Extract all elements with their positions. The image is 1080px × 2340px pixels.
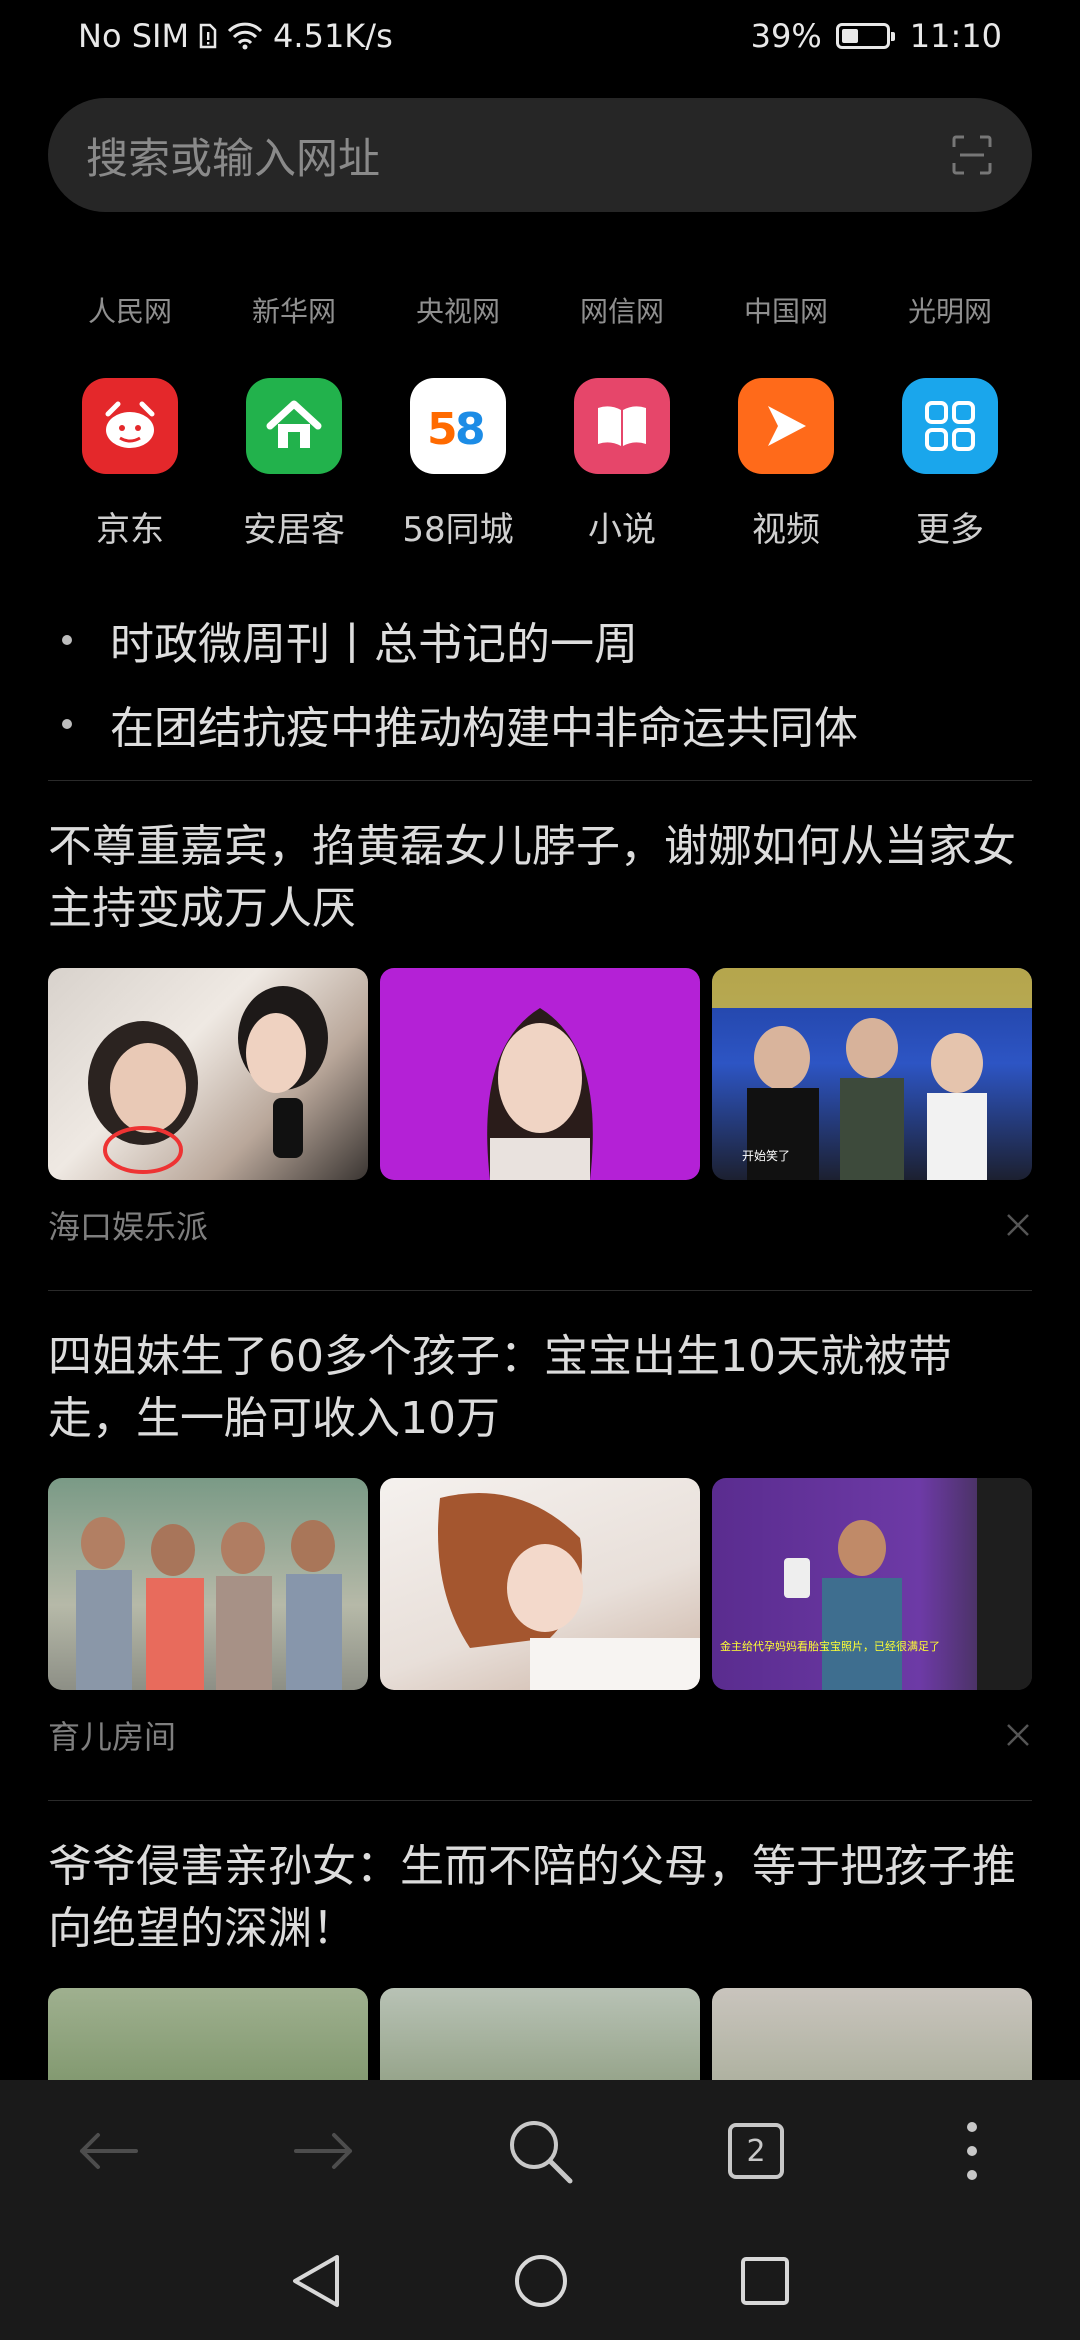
search-bar[interactable]: 搜索或输入网址 bbox=[48, 98, 1032, 212]
search-icon bbox=[510, 2121, 573, 2184]
app-shortcuts: 京东 安居客 58 58同城 小说 视频 更多 bbox=[48, 378, 1032, 551]
search-button[interactable] bbox=[500, 2111, 580, 2191]
headline-item[interactable]: 在团结抗疫中推动构建中非命运共同体 bbox=[62, 682, 1042, 766]
quick-link[interactable]: 新华网 bbox=[212, 290, 376, 330]
clock: 11:10 bbox=[909, 17, 1002, 55]
battery-percent: 39% bbox=[750, 17, 822, 55]
article-title[interactable]: 爷爷侵害亲孙女：生而不陪的父母，等于把孩子推向绝望的深渊！ bbox=[48, 1836, 1032, 1960]
sim-icon bbox=[199, 23, 217, 49]
tab-count: 2 bbox=[746, 2133, 766, 2169]
carrier-label: No SIM bbox=[78, 17, 190, 55]
article-image[interactable] bbox=[48, 968, 368, 1180]
svg-text:开始笑了: 开始笑了 bbox=[742, 1148, 790, 1163]
scan-qr-icon[interactable] bbox=[950, 133, 994, 177]
headline-text: 时政微周刊丨总书记的一周 bbox=[110, 619, 638, 670]
svg-text:5: 5 bbox=[427, 404, 458, 454]
quick-links: 人民网 新华网 央视网 网信网 中国网 光明网 bbox=[48, 290, 1032, 330]
app-video[interactable]: 视频 bbox=[704, 378, 868, 551]
nav-recents-icon[interactable] bbox=[739, 2255, 791, 2307]
app-more[interactable]: 更多 bbox=[868, 378, 1032, 551]
divider bbox=[48, 1800, 1032, 1801]
arrow-left-icon bbox=[80, 2133, 138, 2169]
article-image[interactable] bbox=[48, 1478, 368, 1690]
anjuke-home-icon bbox=[246, 378, 342, 474]
network-speed: 4.51K/s bbox=[273, 17, 393, 55]
article-image[interactable]: 开始笑了 bbox=[712, 968, 1032, 1180]
quick-link[interactable]: 网信网 bbox=[540, 290, 704, 330]
app-58[interactable]: 58 58同城 bbox=[376, 378, 540, 551]
arrow-right-icon bbox=[294, 2133, 352, 2169]
app-jd[interactable]: 京东 bbox=[48, 378, 212, 551]
book-icon bbox=[574, 378, 670, 474]
app-novel[interactable]: 小说 bbox=[540, 378, 704, 551]
menu-button[interactable] bbox=[932, 2111, 1012, 2191]
video-play-icon bbox=[738, 378, 834, 474]
grid-icon bbox=[902, 378, 998, 474]
headline-list: 时政微周刊丨总书记的一周 在团结抗疫中推动构建中非命运共同体 bbox=[62, 598, 1042, 766]
svg-text:金主给代孕妈妈看胎宝宝照片，已经很满足了: 金主给代孕妈妈看胎宝宝照片，已经很满足了 bbox=[720, 1639, 940, 1653]
article-image[interactable] bbox=[380, 968, 700, 1180]
quick-link[interactable]: 光明网 bbox=[868, 290, 1032, 330]
app-label: 京东 bbox=[96, 510, 164, 550]
status-bar: No SIM 4.51K/s 39% 11:10 bbox=[0, 0, 1080, 72]
battery-icon bbox=[835, 23, 895, 49]
news-article[interactable]: 不尊重嘉宾，掐黄磊女儿脖子，谢娜如何从当家女主持变成万人厌 开始笑了 海口娱乐派 bbox=[48, 816, 1032, 1248]
nav-home-icon[interactable] bbox=[513, 2253, 569, 2309]
article-source: 育儿房间 bbox=[48, 1718, 177, 1756]
close-icon[interactable] bbox=[1004, 1211, 1032, 1239]
article-title[interactable]: 不尊重嘉宾，掐黄磊女儿脖子，谢娜如何从当家女主持变成万人厌 bbox=[48, 816, 1032, 940]
tabs-icon: 2 bbox=[728, 2123, 784, 2179]
divider bbox=[48, 780, 1032, 781]
divider bbox=[48, 1290, 1032, 1291]
svg-text:8: 8 bbox=[455, 404, 486, 454]
app-label: 更多 bbox=[916, 510, 984, 550]
quick-link[interactable]: 央视网 bbox=[376, 290, 540, 330]
article-thumbnails: 开始笑了 bbox=[48, 968, 1032, 1180]
app-label: 58同城 bbox=[402, 510, 514, 550]
quick-link[interactable]: 中国网 bbox=[704, 290, 868, 330]
tabs-button[interactable]: 2 bbox=[716, 2111, 796, 2191]
battery-fill bbox=[841, 29, 858, 43]
nav-back-icon[interactable] bbox=[289, 2253, 343, 2309]
wifi-icon bbox=[227, 22, 263, 50]
system-nav-bar bbox=[0, 2222, 1080, 2340]
58-icon: 58 bbox=[410, 378, 506, 474]
close-icon[interactable] bbox=[1004, 1721, 1032, 1749]
app-anjuke[interactable]: 安居客 bbox=[212, 378, 376, 551]
app-label: 视频 bbox=[752, 510, 820, 550]
headline-item[interactable]: 时政微周刊丨总书记的一周 bbox=[62, 598, 1042, 682]
back-button[interactable] bbox=[68, 2111, 148, 2191]
search-input[interactable]: 搜索或输入网址 bbox=[86, 125, 380, 186]
app-label: 小说 bbox=[588, 510, 656, 550]
article-image[interactable]: 金主给代孕妈妈看胎宝宝照片，已经很满足了 bbox=[712, 1478, 1032, 1690]
article-source: 海口娱乐派 bbox=[48, 1208, 209, 1246]
bullet bbox=[62, 719, 72, 729]
forward-button[interactable] bbox=[284, 2111, 364, 2191]
bullet bbox=[62, 635, 72, 645]
quick-link[interactable]: 人民网 bbox=[48, 290, 212, 330]
more-vertical-icon bbox=[967, 2122, 977, 2180]
article-title[interactable]: 四姐妹生了60多个孩子：宝宝出生10天就被带走，生一胎可收入10万 bbox=[48, 1326, 1032, 1450]
jd-icon bbox=[82, 378, 178, 474]
headline-text: 在团结抗疫中推动构建中非命运共同体 bbox=[110, 703, 858, 754]
article-image[interactable] bbox=[380, 1478, 700, 1690]
app-label: 安居客 bbox=[243, 510, 345, 550]
news-article[interactable]: 四姐妹生了60多个孩子：宝宝出生10天就被带走，生一胎可收入10万 金主给代孕妈… bbox=[48, 1326, 1032, 1758]
article-thumbnails: 金主给代孕妈妈看胎宝宝照片，已经很满足了 bbox=[48, 1478, 1032, 1690]
browser-toolbar: 2 bbox=[0, 2080, 1080, 2222]
